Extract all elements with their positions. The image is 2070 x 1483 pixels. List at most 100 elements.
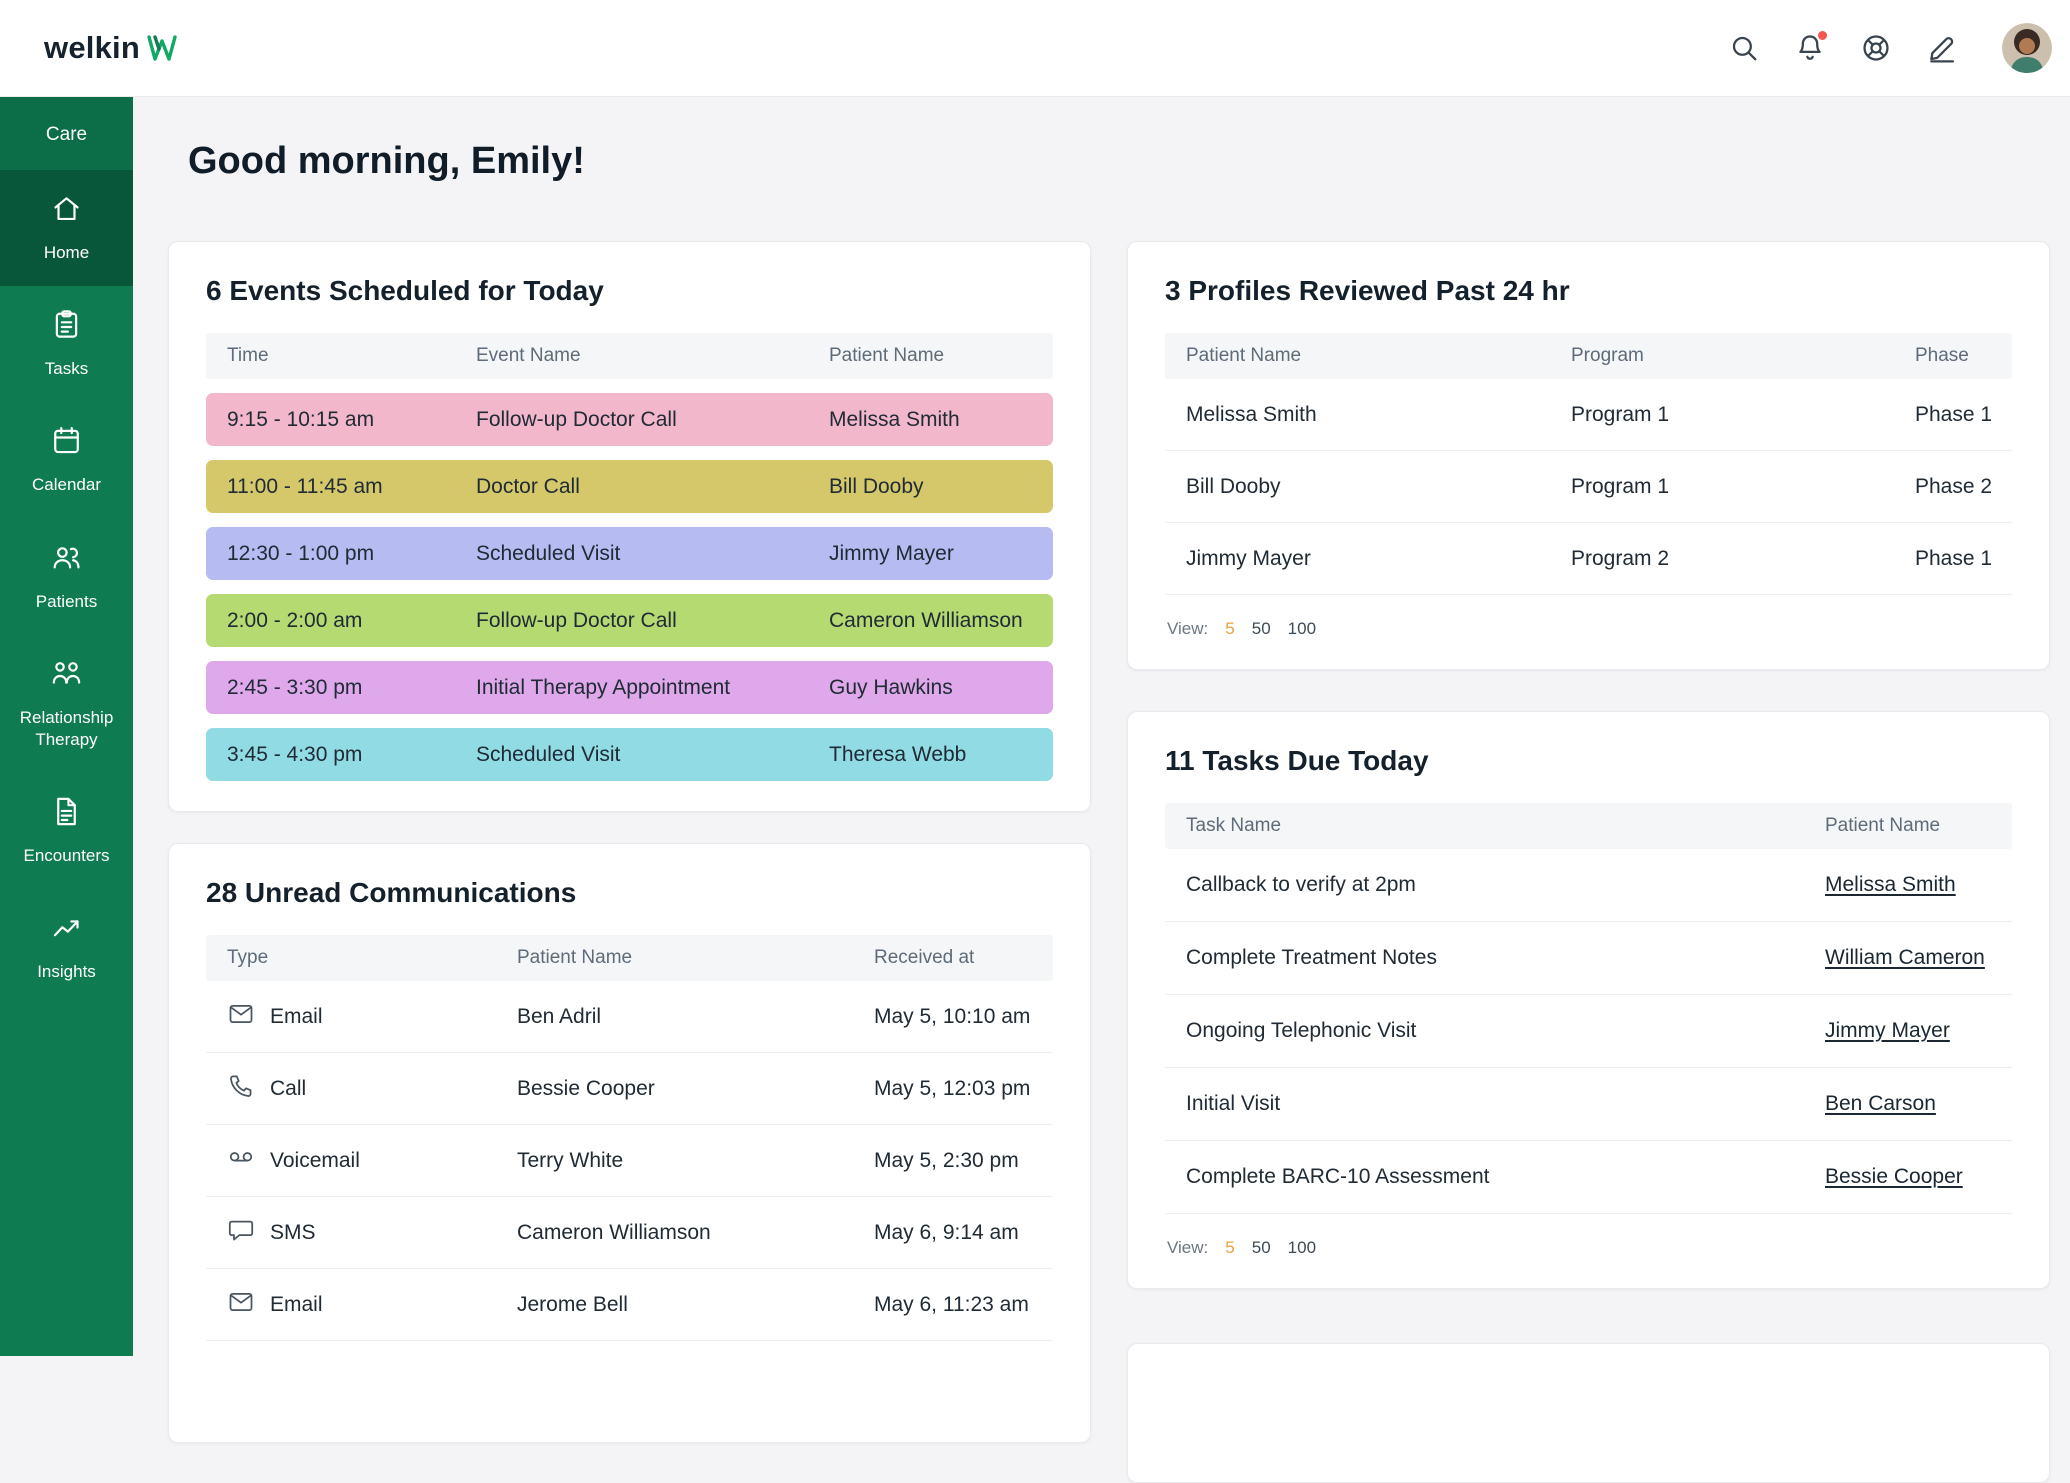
task-patient-link[interactable]: Jimmy Mayer xyxy=(1825,1019,1950,1042)
profile-phase: Phase 1 xyxy=(1915,547,2012,571)
event-name: Scheduled Visit xyxy=(476,542,829,566)
column-header: Patient Name xyxy=(829,345,1053,367)
column-header: Patient Name xyxy=(517,947,874,969)
insights-icon xyxy=(50,911,83,950)
search-icon[interactable] xyxy=(1726,30,1762,66)
communication-row[interactable]: SMS Cameron Williamson May 6, 9:14 am xyxy=(206,1197,1053,1269)
welkin-logo[interactable]: welkin xyxy=(44,30,177,66)
view-option-5[interactable]: 5 xyxy=(1225,1238,1234,1258)
support-icon[interactable] xyxy=(1858,30,1894,66)
sidebar-item-calendar[interactable]: Calendar xyxy=(0,402,133,518)
view-option-50[interactable]: 50 xyxy=(1252,619,1271,639)
event-row[interactable]: 9:15 - 10:15 am Follow-up Doctor Call Me… xyxy=(206,393,1053,446)
event-time: 2:45 - 3:30 pm xyxy=(206,676,476,700)
page-greeting: Good morning, Emily! xyxy=(188,140,585,183)
profiles-card-title: 3 Profiles Reviewed Past 24 hr xyxy=(1165,275,2012,307)
event-patient: Jimmy Mayer xyxy=(829,542,1053,566)
sms-icon xyxy=(227,1216,255,1250)
view-label: View: xyxy=(1167,619,1208,639)
communication-received: May 5, 10:10 am xyxy=(874,1005,1053,1029)
sidebar-item-encounters[interactable]: Encounters xyxy=(0,773,133,889)
task-patient-link[interactable]: William Cameron xyxy=(1825,946,1985,969)
top-header: welkin xyxy=(0,0,2070,96)
event-name: Follow-up Doctor Call xyxy=(476,609,829,633)
calendar-icon xyxy=(50,424,83,463)
notifications-icon[interactable] xyxy=(1792,30,1828,66)
profile-row[interactable]: Bill Dooby Program 1 Phase 2 xyxy=(1165,451,2012,523)
event-patient: Theresa Webb xyxy=(829,743,1053,767)
event-time: 3:45 - 4:30 pm xyxy=(206,743,476,767)
notification-badge xyxy=(1816,29,1829,42)
profiles-table-header: Patient Name Program Phase xyxy=(1165,333,2012,379)
communication-type: Email xyxy=(206,1288,517,1322)
sidebar-item-label: Insights xyxy=(37,961,96,983)
event-name: Follow-up Doctor Call xyxy=(476,408,829,432)
communications-table-header: Type Patient Name Received at xyxy=(206,935,1053,981)
sidebar-section-care[interactable]: Care xyxy=(0,96,133,170)
event-patient: Bill Dooby xyxy=(829,475,1053,499)
communication-type: Email xyxy=(206,1000,517,1034)
event-time: 9:15 - 10:15 am xyxy=(206,408,476,432)
view-option-100[interactable]: 100 xyxy=(1288,619,1316,639)
communication-row[interactable]: Call Bessie Cooper May 5, 12:03 pm xyxy=(206,1053,1053,1125)
patients-icon xyxy=(50,541,83,580)
profile-row[interactable]: Jimmy Mayer Program 2 Phase 1 xyxy=(1165,523,2012,595)
communication-type-label: Email xyxy=(270,1293,323,1317)
sidebar-item-patients[interactable]: Patients xyxy=(0,519,133,635)
communication-type-label: SMS xyxy=(270,1221,316,1245)
tasks-icon xyxy=(50,308,83,347)
events-card-title: 6 Events Scheduled for Today xyxy=(206,275,1053,307)
profile-patient: Bill Dooby xyxy=(1165,475,1571,499)
sidebar-item-relationship-therapy[interactable]: Relationship Therapy xyxy=(0,635,133,773)
sidebar-item-label: Tasks xyxy=(45,358,88,380)
sidebar-item-label: Calendar xyxy=(32,474,101,496)
user-avatar[interactable] xyxy=(2002,23,2052,73)
email-icon xyxy=(227,1288,255,1322)
communication-row[interactable]: Email Jerome Bell May 6, 11:23 am xyxy=(206,1269,1053,1341)
communication-type: Voicemail xyxy=(206,1144,517,1178)
compose-icon[interactable] xyxy=(1924,30,1960,66)
communication-received: May 5, 2:30 pm xyxy=(874,1149,1053,1173)
view-option-5[interactable]: 5 xyxy=(1225,619,1234,639)
communication-row[interactable]: Voicemail Terry White May 5, 2:30 pm xyxy=(206,1125,1053,1197)
event-row[interactable]: 2:45 - 3:30 pm Initial Therapy Appointme… xyxy=(206,661,1053,714)
communication-type-label: Call xyxy=(270,1077,306,1101)
logo-text: welkin xyxy=(44,30,140,66)
task-row: Callback to verify at 2pm Melissa Smith xyxy=(1165,849,2012,922)
column-header: Type xyxy=(206,947,517,969)
communication-row[interactable]: Email Ben Adril May 5, 10:10 am xyxy=(206,981,1053,1053)
sidebar-item-label: Encounters xyxy=(24,845,110,867)
sidebar-nav: Care Home Tasks Calendar Patients Relati… xyxy=(0,96,133,1356)
column-header: Event Name xyxy=(476,345,829,367)
event-patient: Melissa Smith xyxy=(829,408,1053,432)
voicemail-icon xyxy=(227,1144,255,1178)
event-name: Doctor Call xyxy=(476,475,829,499)
email-icon xyxy=(227,1000,255,1034)
sidebar-item-home[interactable]: Home xyxy=(0,170,133,286)
task-patient-link[interactable]: Melissa Smith xyxy=(1825,873,1956,896)
column-header: Task Name xyxy=(1165,815,1825,837)
communication-received: May 6, 9:14 am xyxy=(874,1221,1053,1245)
column-header: Time xyxy=(206,345,476,367)
task-row: Initial Visit Ben Carson xyxy=(1165,1068,2012,1141)
sidebar-item-insights[interactable]: Insights xyxy=(0,889,133,1005)
communication-patient: Cameron Williamson xyxy=(517,1221,874,1245)
task-name: Complete Treatment Notes xyxy=(1165,946,1825,970)
event-row[interactable]: 3:45 - 4:30 pm Scheduled Visit Theresa W… xyxy=(206,728,1053,781)
profile-patient: Melissa Smith xyxy=(1165,403,1571,427)
view-option-50[interactable]: 50 xyxy=(1252,1238,1271,1258)
event-time: 2:00 - 2:00 am xyxy=(206,609,476,633)
column-header: Patient Name xyxy=(1825,815,2012,837)
profile-phase: Phase 2 xyxy=(1915,475,2012,499)
profile-row[interactable]: Melissa Smith Program 1 Phase 1 xyxy=(1165,379,2012,451)
event-row[interactable]: 11:00 - 11:45 am Doctor Call Bill Dooby xyxy=(206,460,1053,513)
view-option-100[interactable]: 100 xyxy=(1288,1238,1316,1258)
task-patient-link[interactable]: Ben Carson xyxy=(1825,1092,1936,1115)
event-row[interactable]: 2:00 - 2:00 am Follow-up Doctor Call Cam… xyxy=(206,594,1053,647)
task-patient-link[interactable]: Bessie Cooper xyxy=(1825,1165,1963,1188)
sidebar-item-tasks[interactable]: Tasks xyxy=(0,286,133,402)
event-row[interactable]: 12:30 - 1:00 pm Scheduled Visit Jimmy Ma… xyxy=(206,527,1053,580)
tasks-card: 11 Tasks Due Today Task Name Patient Nam… xyxy=(1127,711,2050,1289)
task-name: Initial Visit xyxy=(1165,1092,1825,1116)
event-time: 12:30 - 1:00 pm xyxy=(206,542,476,566)
